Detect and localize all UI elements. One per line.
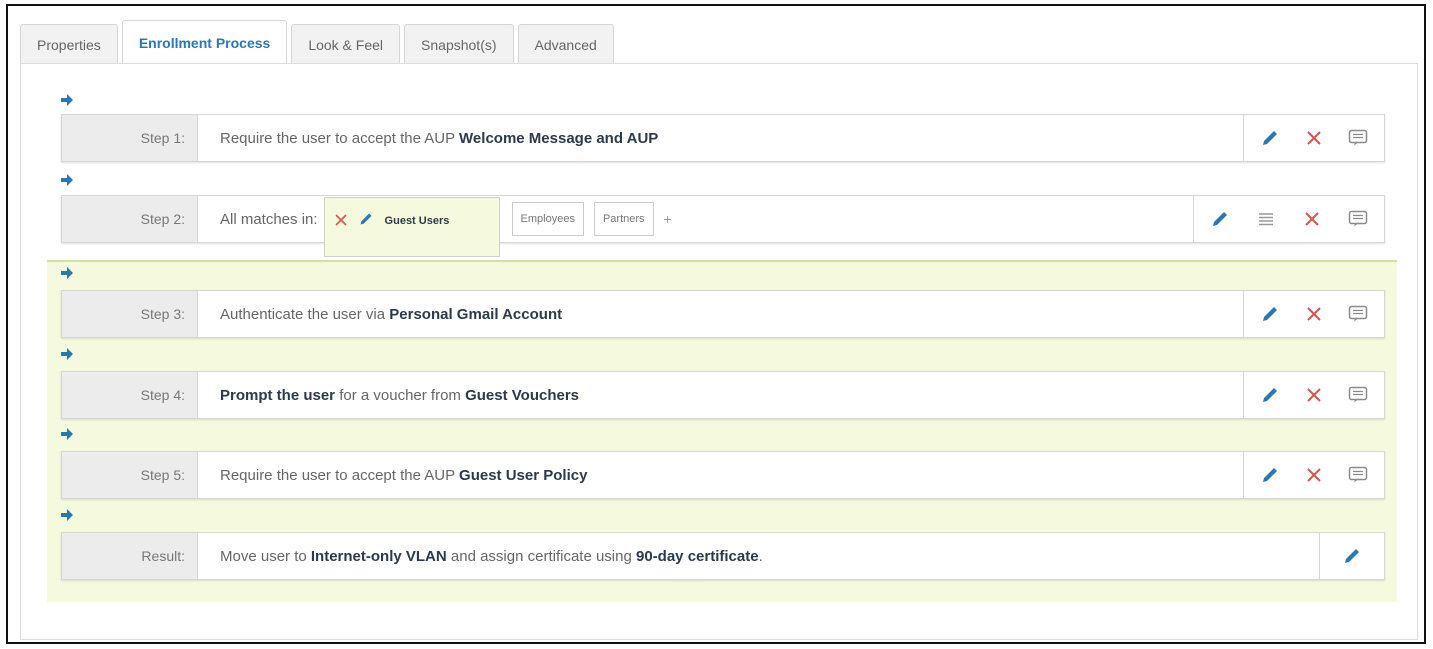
comment-icon[interactable] — [1346, 207, 1370, 231]
close-icon[interactable] — [1302, 463, 1326, 487]
result-text: and assign certificate using — [446, 547, 636, 565]
step-target: Personal Gmail Account — [389, 305, 563, 323]
comment-icon[interactable] — [1346, 302, 1370, 326]
tab-enrollment-process[interactable]: Enrollment Process — [121, 20, 288, 64]
arrow-right-icon[interactable] — [61, 94, 73, 106]
step-label: Step 4: — [62, 372, 198, 418]
step-description: Require the user to accept the AUP Guest… — [198, 452, 1243, 498]
close-icon[interactable] — [1302, 126, 1326, 150]
close-icon[interactable] — [334, 214, 347, 226]
step-target: Guest Vouchers — [465, 386, 580, 404]
step-text: All matches in: — [220, 210, 318, 228]
tab-properties[interactable]: Properties — [20, 24, 118, 64]
tab-bar: Properties Enrollment Process Look & Fee… — [20, 20, 618, 64]
step-text: Authenticate the user via — [220, 305, 390, 323]
result-actions — [1319, 533, 1384, 579]
arrow-right-icon[interactable] — [61, 267, 73, 279]
step-target: Welcome Message and AUP — [459, 129, 659, 147]
step-2-row: Step 2: All matches in: Guest Users Empl… — [61, 195, 1385, 257]
pencil-icon[interactable] — [1258, 302, 1282, 326]
window-frame: Properties Enrollment Process Look & Fee… — [6, 4, 1426, 644]
step-description: Authenticate the user via Personal Gmail… — [198, 291, 1243, 337]
pencil-icon[interactable] — [1258, 126, 1282, 150]
step-label: Step 5: — [62, 452, 198, 498]
result-label: Result: — [62, 533, 198, 579]
tag-label: Guest Users — [384, 215, 450, 227]
arrow-right-icon[interactable] — [61, 509, 73, 521]
step-description: Require the user to accept the AUP Welco… — [198, 115, 1243, 161]
step-text: Require the user to accept the AUP — [220, 129, 460, 147]
pencil-icon[interactable] — [1258, 383, 1282, 407]
close-icon[interactable] — [1300, 207, 1324, 231]
step-4-row: Step 4: Prompt the user for a voucher fr… — [61, 371, 1385, 419]
result-certificate: 90-day certificate — [636, 547, 759, 565]
enrollment-process-panel: Step 1: Require the user to accept the A… — [20, 63, 1418, 640]
group-tag-employees[interactable]: Employees — [511, 202, 584, 236]
tab-look-and-feel[interactable]: Look & Feel — [291, 24, 401, 64]
result-text: . — [758, 547, 763, 565]
result-row: Result: Move user to Internet-only VLAN … — [61, 532, 1385, 580]
step-target: Guest User Policy — [459, 466, 588, 484]
step-description: All matches in: Guest Users Employees Pa… — [198, 196, 1193, 257]
step-actions — [1243, 452, 1384, 498]
selected-group-tag[interactable]: Guest Users — [323, 197, 500, 257]
comment-icon[interactable] — [1346, 463, 1370, 487]
comment-icon[interactable] — [1346, 126, 1370, 150]
pencil-icon[interactable] — [1208, 207, 1232, 231]
step-action: Prompt the user — [220, 386, 336, 404]
arrow-right-icon[interactable] — [61, 428, 73, 440]
tab-advanced[interactable]: Advanced — [517, 24, 614, 64]
step-label: Step 2: — [62, 196, 198, 242]
step-actions — [1243, 372, 1384, 418]
step-label: Step 3: — [62, 291, 198, 337]
tab-snapshots[interactable]: Snapshot(s) — [404, 24, 514, 64]
group-tag-partners[interactable]: Partners — [593, 202, 654, 236]
step-description: Prompt the user for a voucher from Guest… — [198, 372, 1243, 418]
pencil-icon[interactable] — [1340, 544, 1364, 568]
step-actions — [1193, 196, 1384, 242]
step-label: Step 1: — [62, 115, 198, 161]
arrow-right-icon[interactable] — [61, 174, 73, 186]
comment-icon[interactable] — [1346, 383, 1370, 407]
step-text: for a voucher from — [335, 386, 466, 404]
pencil-icon[interactable] — [359, 212, 373, 226]
arrow-right-icon[interactable] — [61, 348, 73, 360]
step-1-row: Step 1: Require the user to accept the A… — [61, 114, 1385, 162]
pencil-icon[interactable] — [1258, 463, 1282, 487]
step-actions — [1243, 115, 1384, 161]
step-5-row: Step 5: Require the user to accept the A… — [61, 451, 1385, 499]
close-icon[interactable] — [1302, 302, 1326, 326]
result-text: Move user to — [220, 547, 311, 565]
result-vlan: Internet-only VLAN — [310, 547, 447, 565]
list-icon[interactable] — [1254, 207, 1278, 231]
step-text: Require the user to accept the AUP — [220, 466, 460, 484]
step-3-row: Step 3: Authenticate the user via Person… — [61, 290, 1385, 338]
close-icon[interactable] — [1302, 383, 1326, 407]
result-description: Move user to Internet-only VLAN and assi… — [198, 533, 1319, 579]
add-group-button[interactable]: + — [664, 211, 672, 227]
step-actions — [1243, 291, 1384, 337]
